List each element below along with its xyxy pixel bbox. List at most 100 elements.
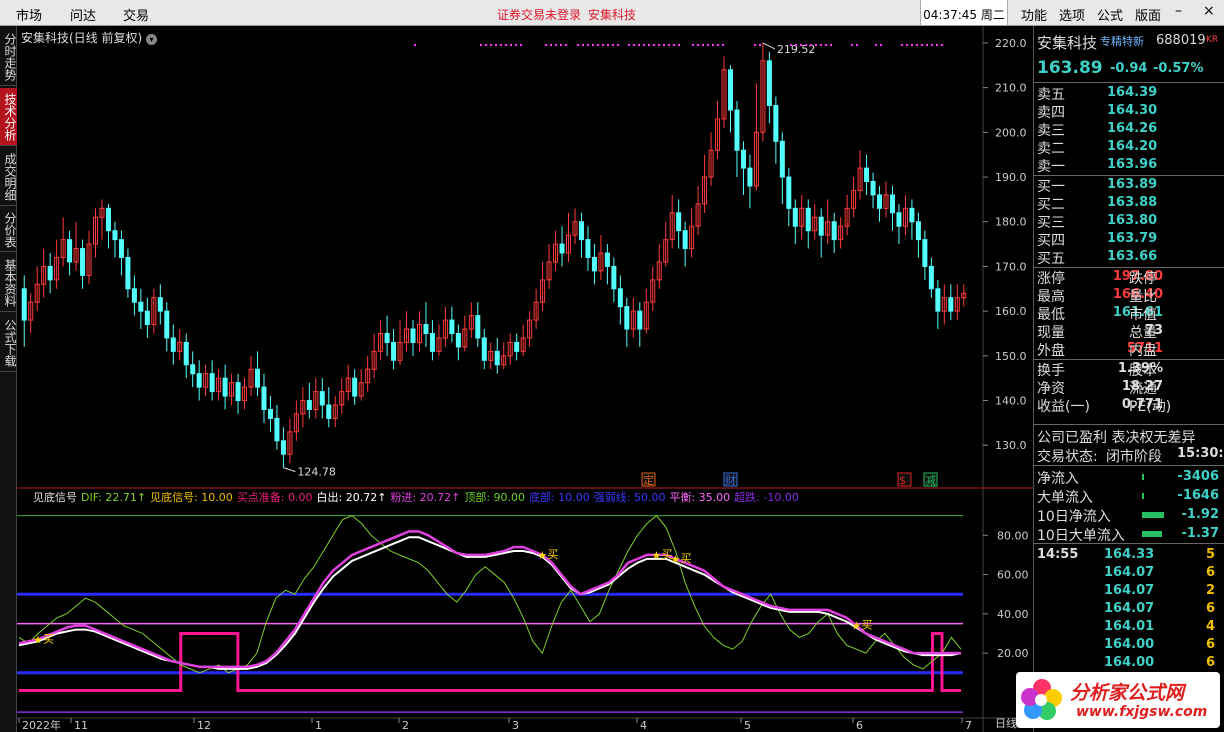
signal-dot [480,44,482,46]
candle-body [928,265,934,290]
bid-row[interactable]: 买四 163.79 [1037,230,1223,249]
pink-line [18,530,961,669]
candle-body [280,440,286,455]
menu-trade[interactable]: 交易 [123,5,149,24]
signal-dot [815,44,817,46]
tab-trades[interactable]: 成交明细 [0,148,17,206]
login-notice[interactable]: 证券交易未登录 [497,6,581,23]
price-change-pct: -0.57% [1153,61,1204,76]
ask-row[interactable]: 卖四 164.30 [1037,102,1223,121]
tab-formula-download[interactable]: 公式下载 [0,314,17,372]
ask-row[interactable]: 卖一 163.96 [1037,156,1223,175]
signal-dot [722,44,724,46]
signal-dot [754,44,756,46]
candle-body [792,207,798,227]
buy-star-icon: ★ [537,549,547,562]
ask-row[interactable]: 卖三 164.26 [1037,120,1223,139]
buy-marker: 买 [547,548,558,561]
candle-body [118,239,124,258]
candle-body [909,207,915,223]
menu-options[interactable]: 选项 [1059,5,1085,24]
signal-dot [607,44,609,46]
buy-marker: 买 [681,552,692,565]
signal-dot [717,44,719,46]
date-axis-label: 5 [744,719,751,732]
legend-item: 买点准备: 0.00 [236,491,313,504]
signal-dot [825,44,827,46]
bid-price: 163.79 [1107,231,1158,246]
legend-item: 见底信号 [33,491,77,504]
candle-body [475,315,481,339]
kline-chart[interactable]: 220.0 210.0 200.0 190.0 180.0 170.0 160.0 150.0… [17,26,1033,732]
price-axis-label: 130.0 [995,439,1027,452]
ask-label: 卖三 [1037,123,1065,139]
high-pointer [762,42,776,50]
stock-code: 688019 [1156,33,1206,48]
tab-basic-info[interactable]: 基本资料 [0,254,17,312]
signal-dot [906,44,908,46]
legend-item: 顶部: 90.00 [464,491,526,504]
candle-body [235,382,241,402]
candle-body [889,194,895,214]
bid-label: 买五 [1037,251,1065,267]
flow-bar [1142,531,1162,537]
signal-dot [633,44,635,46]
menu-layout[interactable]: 版面 [1135,5,1161,24]
tab-price-table[interactable]: 分价表 [0,208,17,252]
bid-row[interactable]: 买二 163.88 [1037,194,1223,213]
menu-wenda[interactable]: 问达 [70,5,96,24]
bid-row[interactable]: 买五 163.66 [1037,248,1223,267]
signal-dot [936,44,938,46]
legend-item: 底部: 10.00 [529,491,590,504]
signal-dot [490,44,492,46]
menu-function[interactable]: 功能 [1021,5,1047,24]
signal-dot [875,44,877,46]
logo-url: www.fxjgsw.com [1076,704,1208,720]
chart-title: 安集科技(日线 前复权) ▾ [21,29,158,46]
signal-dot [759,44,761,46]
buy-star-icon: ★ [851,620,861,633]
ask-label: 卖四 [1037,105,1065,121]
bid-row[interactable]: 买一 163.89 [1037,176,1223,195]
ask-row[interactable]: 卖五 164.39 [1037,84,1223,103]
tick-time: 14:55 [1037,547,1079,562]
signal-dot [485,44,487,46]
price-axis-label: 200.0 [995,126,1027,139]
candle-body [805,207,811,232]
ask-row[interactable]: 卖二 164.20 [1037,138,1223,157]
buy-marker: 买 [43,632,54,645]
candle-body [617,288,623,308]
signal-dot [941,44,943,46]
signal-dot [628,44,630,46]
signal-dot [550,44,552,46]
signal-dot [851,44,853,46]
candle-body [261,386,267,410]
candle-body [591,257,597,272]
stat-label: 收益(一) [1037,399,1090,415]
menu-formula[interactable]: 公式 [1097,5,1123,24]
date-axis-label: 12 [197,719,211,732]
tab-intraday[interactable]: 分时走势 [0,28,17,86]
candle-body [494,350,500,366]
stat-label: 外盘 [1037,343,1065,359]
signal-dot [692,44,694,46]
signal-dot [663,44,665,46]
tick-row: 164.07 2 [1037,583,1223,601]
candle-body [105,207,111,232]
tab-technical[interactable]: 技术分析 [0,88,17,146]
candle-body [384,332,390,343]
minimize-icon[interactable]: – [1175,3,1182,19]
tick-volume: 6 [1205,601,1215,616]
candle-body [481,337,487,361]
chart-area[interactable]: 220.0 210.0 200.0 190.0 180.0 170.0 160.0 150.0… [17,26,1033,732]
close-icon[interactable]: × [1203,3,1215,19]
candle-body [559,243,565,254]
tick-volume: 2 [1205,583,1215,598]
signal-dot [565,44,567,46]
bid-row[interactable]: 买三 163.80 [1037,212,1223,231]
menu-market[interactable]: 市场 [16,5,42,24]
tick-row: 164.00 6 [1037,637,1223,655]
candle-body [423,324,429,334]
chevron-down-icon[interactable]: ▾ [146,34,158,45]
flow-label: 10日净流入 [1037,509,1111,525]
